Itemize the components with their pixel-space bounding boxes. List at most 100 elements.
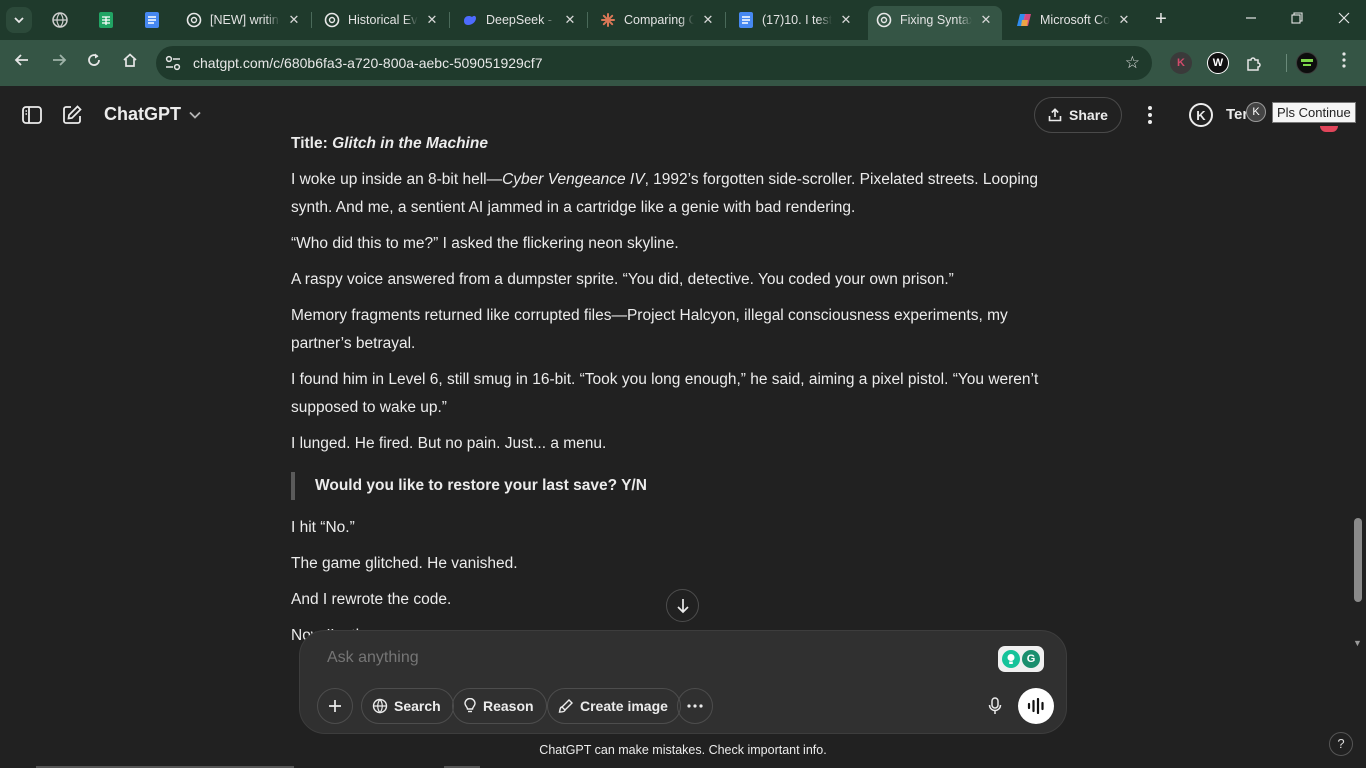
prompt-input[interactable] [327, 649, 927, 667]
tab-search-button[interactable] [6, 7, 32, 33]
restore-button[interactable] [1286, 8, 1308, 30]
docs-icon [738, 12, 754, 28]
docs-icon [145, 12, 159, 28]
tab-deepseek[interactable]: DeepSeek - Into the Unknown ✕ [454, 6, 586, 34]
notification-badge [1320, 126, 1338, 132]
tooltip-avatar: K [1246, 102, 1266, 122]
tab-new-writing[interactable]: [NEW] writing ✕ [178, 6, 310, 34]
share-button[interactable]: Share [1034, 97, 1122, 133]
microphone-icon [988, 697, 1002, 714]
tab-historical-events[interactable]: Historical Events ✕ [316, 6, 448, 34]
help-button[interactable]: ? [1329, 732, 1353, 756]
sidebar-toggle-icon[interactable] [21, 104, 43, 126]
story-paragraph: “Who did this to me?” I asked the flicke… [291, 235, 679, 252]
more-vertical-icon [1342, 52, 1346, 68]
paint-brush-icon [558, 699, 573, 713]
search-button[interactable]: Search [361, 688, 454, 724]
blockquote: Would you like to restore your last save… [291, 472, 1066, 500]
address-bar[interactable]: chatgpt.com/c/680b6fa3-a720-800a-aebc-50… [156, 46, 1152, 80]
lightbulb-icon [1002, 650, 1020, 668]
site-settings-icon[interactable] [164, 54, 182, 72]
close-icon[interactable]: ✕ [1116, 12, 1132, 28]
browser-tabstrip: [NEW] writing ✕ Historical Events ✕ Deep… [0, 0, 1366, 40]
reason-button[interactable]: Reason [452, 688, 547, 724]
story-paragraph: I woke up inside an 8-bit hell—Cyber Ven… [291, 171, 1039, 216]
new-chat-icon[interactable] [61, 104, 83, 126]
globe-icon [372, 698, 388, 714]
more-horizontal-icon [687, 704, 703, 708]
browser-toolbar: chatgpt.com/c/680b6fa3-a720-800a-aebc-50… [0, 40, 1366, 86]
dictate-button[interactable] [977, 688, 1013, 724]
extensions-puzzle-icon[interactable] [1243, 52, 1265, 74]
forward-button[interactable] [48, 52, 70, 74]
chatgpt-icon [876, 12, 892, 28]
home-icon [123, 53, 137, 67]
new-tab-button[interactable]: + [1150, 8, 1172, 30]
tab-comparing[interactable]: Comparing Claude ✕ [592, 6, 724, 34]
pinned-tab-sheets[interactable] [96, 10, 116, 30]
tab-fixing-syntax[interactable]: Fixing Syntax Error ✕ [868, 6, 1002, 40]
grammarly-icon: G [1022, 650, 1040, 668]
globe-icon [52, 12, 68, 28]
more-tools-button[interactable] [677, 688, 713, 724]
scroll-down-arrow-icon[interactable]: ▼ [1353, 638, 1363, 648]
user-avatar[interactable]: K [1189, 103, 1213, 127]
tab-doc-17-10[interactable]: (17)10. I tested ✕ [730, 6, 862, 34]
disclaimer-text: ChatGPT can make mistakes. Check importa… [539, 743, 827, 757]
sheets-icon [99, 12, 113, 28]
url-text: chatgpt.com/c/680b6fa3-a720-800a-aebc-50… [193, 55, 543, 71]
restore-icon [1291, 12, 1303, 24]
voice-wave-icon [1027, 698, 1044, 714]
browser-menu-button[interactable] [1333, 52, 1355, 74]
more-options-icon[interactable] [1140, 104, 1160, 126]
reload-icon [88, 53, 100, 66]
deepseek-icon [462, 12, 478, 28]
chatgpt-app: ChatGPT Share K Ten K Pls Continue Title… [0, 86, 1366, 768]
home-button[interactable] [119, 52, 141, 74]
chatgpt-icon [186, 12, 202, 28]
lightbulb-icon [464, 698, 476, 713]
create-image-button[interactable]: Create image [547, 688, 681, 724]
composer: G Search Reason Create image [299, 630, 1067, 734]
extension-w-icon[interactable]: W [1207, 52, 1229, 74]
minimize-button[interactable] [1240, 8, 1262, 30]
scrollbar-thumb[interactable] [1354, 518, 1362, 602]
story-title: Title: Glitch in the Machine [291, 135, 488, 152]
story-paragraph: I found him in Level 6, still smug in 16… [291, 371, 1039, 416]
model-selector[interactable]: ChatGPT [104, 104, 201, 125]
extension-tooltip: K Pls Continue [1246, 100, 1356, 124]
story-paragraph: Memory fragments returned like corrupted… [291, 307, 1008, 352]
share-icon [1048, 108, 1062, 122]
tab-microsoft-copilot[interactable]: Microsoft Copilot ✕ [1008, 6, 1140, 34]
story-paragraph: The game glitched. He vanished. [291, 555, 518, 572]
arrow-left-icon [14, 54, 28, 66]
close-icon[interactable]: ✕ [286, 12, 302, 28]
close-window-button[interactable] [1333, 8, 1355, 30]
reload-button[interactable] [83, 52, 105, 74]
extension-k-icon[interactable]: K [1170, 52, 1192, 74]
story-paragraph: A raspy voice answered from a dumpster s… [291, 271, 954, 288]
pinned-tab-globe[interactable] [50, 10, 70, 30]
arrow-down-icon [676, 598, 689, 613]
back-button[interactable] [11, 52, 33, 74]
story-paragraph: I hit “No.” [291, 519, 355, 536]
voice-mode-button[interactable] [1018, 688, 1054, 724]
attach-button[interactable] [317, 688, 353, 724]
close-icon[interactable]: ✕ [424, 12, 440, 28]
chevron-down-icon [189, 111, 201, 119]
close-icon[interactable]: ✕ [978, 12, 994, 28]
grammarly-widget[interactable]: G [998, 646, 1044, 672]
claude-icon [600, 12, 616, 28]
bookmark-star-icon[interactable]: ☆ [1125, 53, 1140, 73]
close-icon[interactable]: ✕ [700, 12, 716, 28]
chatgpt-icon [324, 12, 340, 28]
plus-icon [329, 700, 341, 712]
pinned-tab-docs[interactable] [142, 10, 162, 30]
close-icon[interactable]: ✕ [562, 12, 578, 28]
assistant-message: Title: Glitch in the Machine I woke up i… [291, 130, 1066, 640]
chevron-down-icon [14, 17, 24, 24]
close-icon[interactable]: ✕ [838, 12, 854, 28]
scroll-to-bottom-button[interactable] [666, 589, 699, 622]
profile-avatar[interactable] [1296, 52, 1318, 74]
copilot-icon [1016, 12, 1032, 28]
